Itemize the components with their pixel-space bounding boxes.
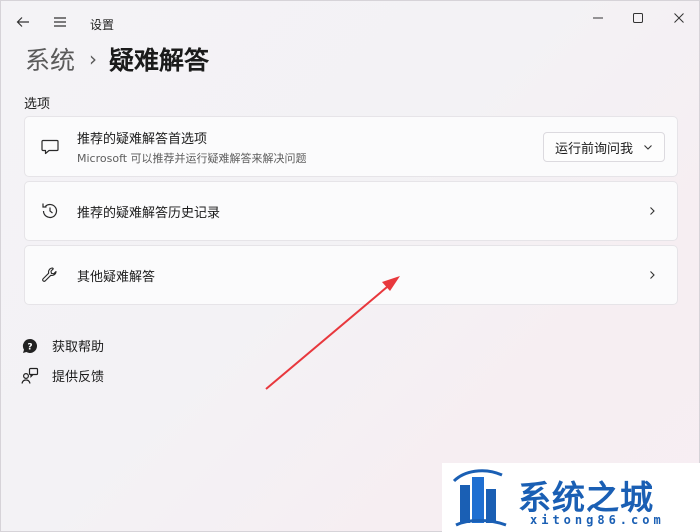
card-history[interactable]: 推荐的疑难解答历史记录	[24, 181, 678, 241]
settings-window: 设置 系统 › 疑难解答 选项 推荐的疑难解答首选项 Microsoft 可以推…	[0, 0, 700, 532]
menu-button[interactable]	[49, 11, 71, 33]
hamburger-icon	[54, 17, 66, 27]
close-button[interactable]	[664, 7, 694, 29]
dropdown-value: 运行前询问我	[555, 141, 634, 157]
give-feedback-link[interactable]: 提供反馈	[21, 366, 104, 385]
minimize-icon	[593, 17, 603, 19]
get-help-link[interactable]: ? 获取帮助	[21, 336, 104, 355]
title-bar: 设置	[1, 1, 699, 43]
maximize-icon	[633, 13, 643, 23]
card-title: 推荐的疑难解答首选项	[77, 131, 208, 147]
minimize-button[interactable]	[583, 7, 613, 29]
watermark: 系统之城 xitong86.com	[442, 463, 700, 532]
help-icon: ?	[21, 337, 39, 355]
card-text: 推荐的疑难解答历史记录	[77, 202, 220, 221]
card-title: 其他疑难解答	[77, 269, 156, 285]
breadcrumb: 系统 › 疑难解答	[25, 41, 209, 77]
breadcrumb-parent[interactable]: 系统	[25, 41, 75, 77]
feedback-icon	[21, 367, 39, 385]
page-title: 疑难解答	[109, 46, 210, 75]
app-title: 设置	[90, 18, 115, 32]
give-feedback-label: 提供反馈	[52, 370, 105, 385]
card-recommended-preferences: 推荐的疑难解答首选项 Microsoft 可以推荐并运行疑难解答来解决问题 运行…	[24, 116, 678, 177]
chevron-right-icon	[645, 268, 659, 282]
history-icon	[39, 200, 61, 222]
breadcrumb-separator: ›	[89, 47, 98, 71]
wrench-icon	[39, 264, 61, 286]
watermark-title: 系统之城	[518, 478, 654, 517]
card-text: 其他疑难解答	[77, 266, 155, 285]
city-logo-icon	[452, 469, 507, 527]
card-other-troubleshooters[interactable]: 其他疑难解答	[24, 245, 678, 305]
card-text: 推荐的疑难解答首选项 Microsoft 可以推荐并运行疑难解答来解决问题	[77, 128, 307, 166]
card-title: 推荐的疑难解答历史记录	[77, 205, 221, 221]
close-icon	[674, 13, 684, 23]
arrow-left-icon	[16, 17, 29, 27]
chevron-down-icon	[644, 145, 652, 150]
chevron-right-icon	[645, 204, 659, 218]
section-label: 选项	[24, 97, 51, 112]
back-button[interactable]	[12, 11, 34, 33]
watermark-subtitle: xitong86.com	[530, 513, 665, 527]
card-subtitle: Microsoft 可以推荐并运行疑难解答来解决问题	[77, 151, 307, 165]
chat-icon	[39, 136, 61, 158]
get-help-label: 获取帮助	[52, 340, 105, 355]
maximize-button[interactable]	[623, 7, 653, 29]
svg-text:?: ?	[27, 342, 32, 352]
preference-dropdown[interactable]: 运行前询问我	[543, 132, 665, 162]
